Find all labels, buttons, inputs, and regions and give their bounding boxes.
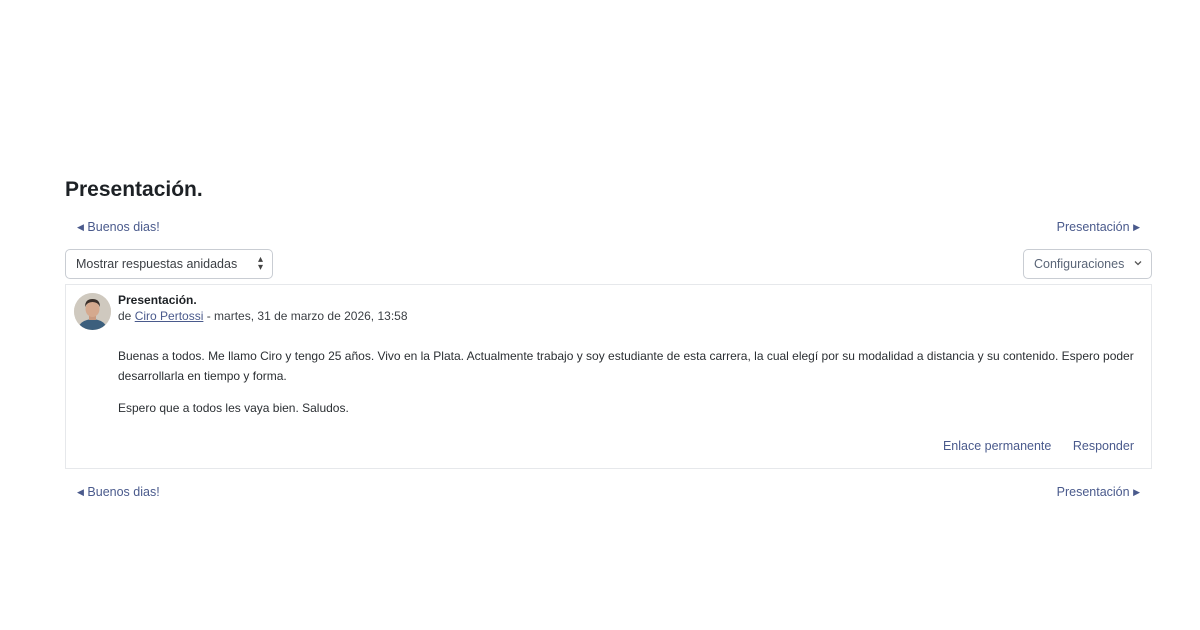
display-mode-selected-value: Mostrar respuestas anidadas xyxy=(76,257,238,271)
user-avatar-icon xyxy=(74,293,111,330)
chevron-down-icon xyxy=(1134,261,1142,266)
arrow-left-icon: ◀ xyxy=(77,222,84,232)
reply-link[interactable]: Responder xyxy=(1073,439,1134,453)
post-content: Buenas a todos. Me llamo Ciro y tengo 25… xyxy=(118,346,1138,418)
arrow-right-icon: ▶ xyxy=(1133,222,1140,232)
byline-prefix: de xyxy=(118,309,132,323)
post-paragraph: Buenas a todos. Me llamo Ciro y tengo 25… xyxy=(118,349,1134,383)
display-mode-select[interactable]: Mostrar respuestas anidadas ▴ ▾ xyxy=(65,249,273,279)
settings-button-label: Configuraciones xyxy=(1034,257,1125,271)
forum-post: Presentación. de Ciro Pertossi - martes,… xyxy=(65,284,1152,469)
next-discussion-label: Presentación xyxy=(1056,220,1130,234)
author-link[interactable]: Ciro Pertossi xyxy=(135,309,204,323)
previous-discussion-link-bottom[interactable]: ◀ Buenos dias! xyxy=(77,485,160,499)
post-subject: Presentación. xyxy=(118,293,197,307)
previous-discussion-label: Buenos dias! xyxy=(87,220,160,234)
permalink-link[interactable]: Enlace permanente xyxy=(943,439,1051,453)
post-actions: Enlace permanente Responder xyxy=(925,439,1134,453)
author-avatar[interactable] xyxy=(74,293,111,330)
post-paragraph: Espero que a todos les vaya bien. Saludo… xyxy=(118,401,349,415)
post-date: - martes, 31 de marzo de 2026, 13:58 xyxy=(203,309,408,323)
arrow-right-icon: ▶ xyxy=(1133,487,1140,497)
page-title: Presentación. xyxy=(65,178,203,201)
next-discussion-label: Presentación xyxy=(1056,485,1130,499)
previous-discussion-link-top[interactable]: ◀ Buenos dias! xyxy=(77,220,160,234)
settings-button[interactable]: Configuraciones xyxy=(1023,249,1152,279)
next-discussion-link-bottom[interactable]: Presentación ▶ xyxy=(1057,485,1140,499)
sort-caret-icon: ▴ ▾ xyxy=(257,254,263,273)
next-discussion-link-top[interactable]: Presentación ▶ xyxy=(1057,220,1140,234)
post-byline: de Ciro Pertossi - martes, 31 de marzo d… xyxy=(118,309,408,323)
previous-discussion-label: Buenos dias! xyxy=(87,485,160,499)
arrow-left-icon: ◀ xyxy=(77,487,84,497)
